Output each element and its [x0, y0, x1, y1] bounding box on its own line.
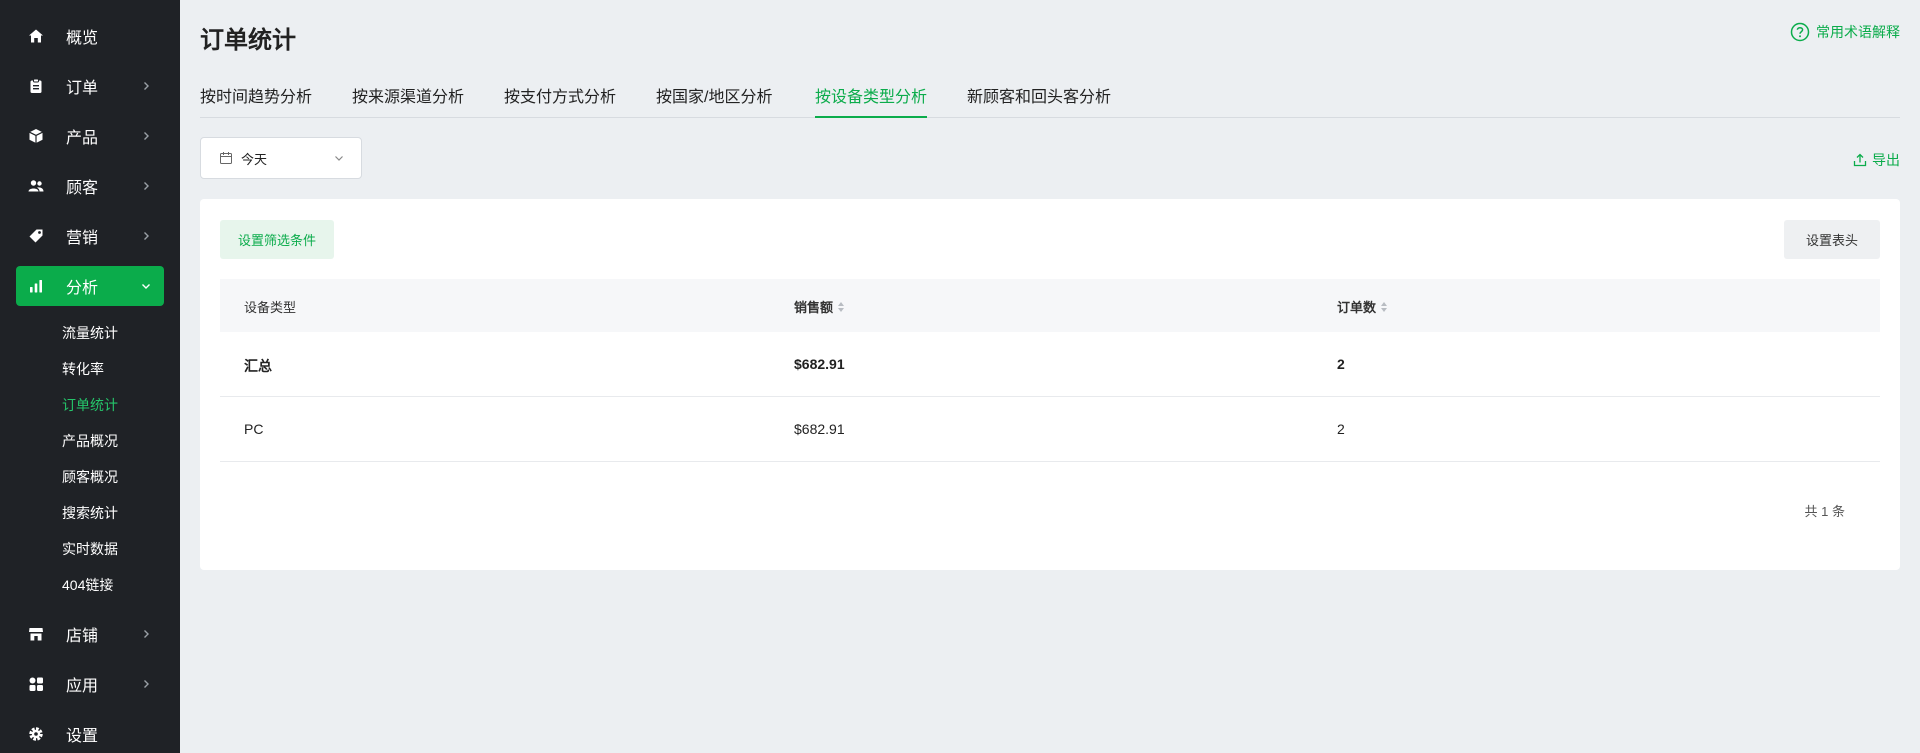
chevron-right-icon — [138, 228, 154, 244]
sidebar: 概览 订单 产品 顾客 营销 分析 流量统计 转化率 订单统计 产品概况 顾客概… — [0, 0, 180, 753]
sidebar-subitem-product-overview[interactable]: 产品概况 — [62, 431, 118, 451]
sidebar-item-marketing[interactable]: 营销 — [16, 216, 164, 256]
sidebar-item-label: 设置 — [66, 728, 99, 745]
column-orders[interactable]: 订单数 — [1337, 297, 1388, 316]
device-type-card: 设置筛选条件 设置表头 设备类型 销售额 订单数 汇总 $682.91 2 PC… — [200, 199, 1900, 570]
sidebar-item-label: 产品 — [66, 130, 99, 147]
help-circle-icon — [1790, 22, 1810, 42]
sidebar-item-label: 概览 — [66, 30, 99, 47]
tab-new-returning-customers[interactable]: 新顾客和回头客分析 — [967, 83, 1111, 118]
box-icon — [26, 126, 46, 146]
analysis-tabs: 按时间趋势分析 按来源渠道分析 按支付方式分析 按国家/地区分析 按设备类型分析… — [200, 80, 1900, 118]
tab-time-trend[interactable]: 按时间趋势分析 — [200, 83, 312, 118]
chevron-right-icon — [138, 128, 154, 144]
tab-payment-method[interactable]: 按支付方式分析 — [504, 83, 616, 118]
column-sales[interactable]: 销售额 — [794, 297, 845, 316]
chevron-right-icon — [138, 626, 154, 642]
cell-sales: $682.91 — [794, 356, 845, 372]
sidebar-item-apps[interactable]: 应用 — [16, 664, 164, 704]
cell-orders: 2 — [1337, 421, 1345, 437]
date-range-select[interactable]: 今天 — [200, 137, 362, 179]
chevron-right-icon — [138, 78, 154, 94]
column-label: 销售额 — [794, 300, 834, 315]
sidebar-subitem-search-stats[interactable]: 搜索统计 — [62, 503, 118, 523]
chevron-down-icon — [138, 278, 154, 294]
sidebar-item-store[interactable]: 店铺 — [16, 614, 164, 654]
clipboard-icon — [26, 76, 46, 96]
glossary-link[interactable]: 常用术语解释 — [1790, 22, 1900, 42]
chevron-down-icon — [333, 152, 345, 164]
export-label: 导出 — [1872, 152, 1900, 168]
sidebar-subitem-conversion[interactable]: 转化率 — [62, 359, 104, 379]
column-label: 设备类型 — [244, 300, 297, 315]
tab-device-type[interactable]: 按设备类型分析 — [815, 83, 928, 118]
sidebar-item-analytics[interactable]: 分析 — [16, 266, 164, 306]
sidebar-item-label: 分析 — [66, 280, 99, 297]
sidebar-item-label: 应用 — [66, 678, 99, 695]
sidebar-item-label: 订单 — [66, 80, 99, 97]
set-filter-button[interactable]: 设置筛选条件 — [220, 220, 334, 259]
bar-chart-icon — [26, 276, 46, 296]
cell-orders: 2 — [1337, 356, 1345, 372]
sidebar-item-products[interactable]: 产品 — [16, 116, 164, 156]
table-header: 设备类型 销售额 订单数 — [220, 279, 1880, 332]
date-range-value: 今天 — [241, 151, 268, 167]
upload-icon — [1853, 153, 1867, 167]
sidebar-item-overview[interactable]: 概览 — [16, 16, 164, 56]
calendar-icon — [219, 151, 233, 165]
store-icon — [26, 624, 46, 644]
pagination-total: 共 1 条 — [1804, 504, 1845, 519]
page-title: 订单统计 — [200, 27, 296, 54]
cell-device-type: PC — [244, 421, 264, 437]
chevron-right-icon — [138, 676, 154, 692]
cell-device-type: 汇总 — [244, 358, 272, 374]
apps-icon — [26, 674, 46, 694]
set-table-header-button[interactable]: 设置表头 — [1784, 220, 1880, 259]
sidebar-item-customers[interactable]: 顾客 — [16, 166, 164, 206]
tab-country-region[interactable]: 按国家/地区分析 — [656, 83, 772, 118]
main-content: 订单统计 常用术语解释 按时间趋势分析 按来源渠道分析 按支付方式分析 按国家/… — [180, 0, 1920, 753]
gear-icon — [26, 724, 46, 744]
table-row-total: 汇总 $682.91 2 — [220, 332, 1880, 397]
tab-source-channel[interactable]: 按来源渠道分析 — [352, 83, 464, 118]
cell-sales: $682.91 — [794, 421, 845, 437]
column-device-type: 设备类型 — [244, 297, 296, 316]
sidebar-subitem-404-links[interactable]: 404链接 — [62, 575, 113, 595]
glossary-link-label: 常用术语解释 — [1816, 24, 1900, 40]
column-label: 订单数 — [1337, 300, 1377, 315]
users-icon — [26, 176, 46, 196]
sidebar-subitem-customer-overview[interactable]: 顾客概况 — [62, 467, 118, 487]
sidebar-subitem-realtime[interactable]: 实时数据 — [62, 539, 118, 559]
sidebar-subitem-order-stats[interactable]: 订单统计 — [62, 395, 118, 415]
device-type-table: 设备类型 销售额 订单数 汇总 $682.91 2 PC $682.91 2 — [220, 279, 1880, 462]
chevron-right-icon — [138, 178, 154, 194]
sidebar-item-settings[interactable]: 设置 — [16, 714, 164, 753]
sidebar-subitem-traffic[interactable]: 流量统计 — [62, 323, 118, 343]
home-icon — [26, 26, 46, 46]
sidebar-item-orders[interactable]: 订单 — [16, 66, 164, 106]
sort-icon[interactable] — [838, 301, 845, 312]
export-link[interactable]: 导出 — [1853, 150, 1900, 170]
sidebar-item-label: 顾客 — [66, 180, 99, 197]
sidebar-item-label: 营销 — [66, 230, 99, 247]
sort-icon[interactable] — [1381, 301, 1388, 312]
tag-icon — [26, 226, 46, 246]
table-row: PC $682.91 2 — [220, 397, 1880, 462]
sidebar-item-label: 店铺 — [66, 628, 99, 645]
